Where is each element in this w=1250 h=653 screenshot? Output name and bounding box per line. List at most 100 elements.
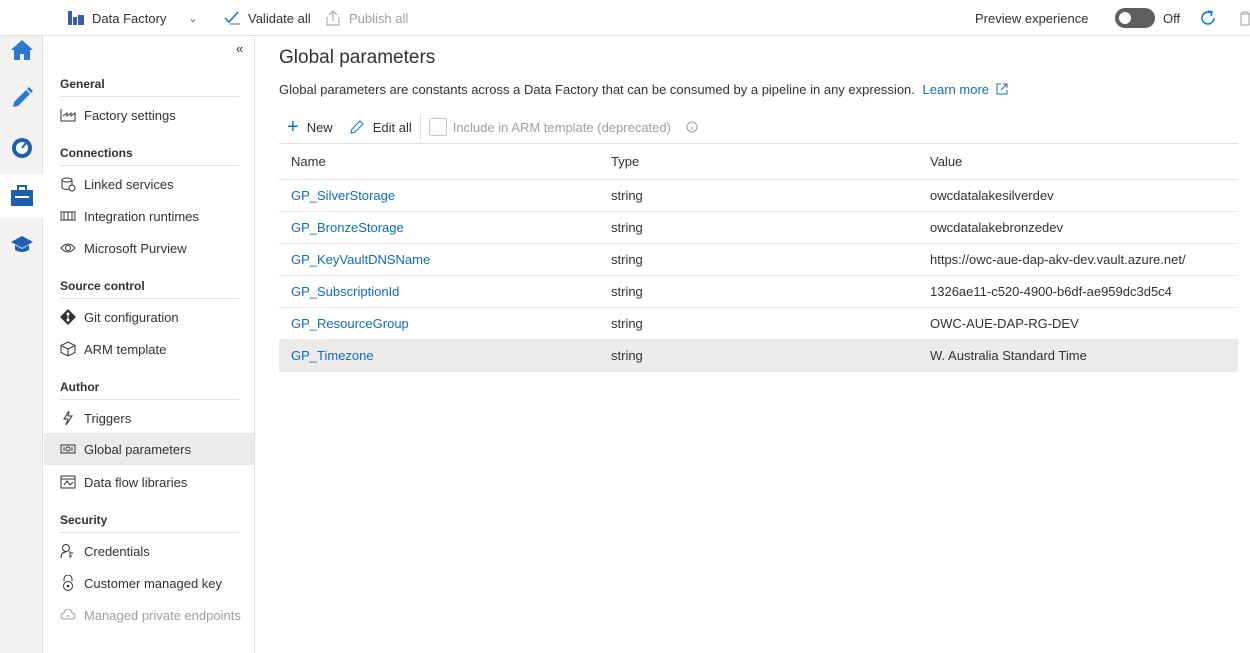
- author-pencil-icon[interactable]: [0, 76, 43, 120]
- section-connections: Connections: [60, 146, 239, 166]
- publish-all-label: Publish all: [349, 10, 409, 26]
- nav-label: Global parameters: [84, 441, 191, 457]
- section-security: Security: [60, 513, 239, 533]
- table-row-selected[interactable]: GP_Timezone string W. Australia Standard…: [279, 339, 1238, 372]
- nav-triggers[interactable]: Triggers: [44, 402, 254, 434]
- param-name[interactable]: GP_SubscriptionId: [279, 275, 599, 308]
- param-type: string: [599, 211, 918, 244]
- param-value: 1326ae11-c520-4900-b6df-ae959dc3d5c4: [918, 275, 1238, 308]
- discard-icon[interactable]: [1238, 0, 1250, 36]
- manage-nav: « General Factory settings Connections L…: [44, 37, 255, 653]
- git-icon: [60, 309, 76, 325]
- preview-state: Off: [1163, 10, 1181, 26]
- edit-all-button[interactable]: Edit all: [343, 119, 412, 135]
- table-header-row: Name Type Value: [279, 143, 1238, 180]
- data-flow-libraries-icon: [60, 474, 76, 490]
- refresh-icon[interactable]: [1199, 0, 1217, 36]
- table-row[interactable]: GP_ResourceGroup string OWC-AUE-DAP-RG-D…: [279, 307, 1238, 340]
- param-type: string: [599, 243, 918, 276]
- nav-global-parameters[interactable]: Global parameters: [44, 433, 254, 465]
- info-icon[interactable]: [686, 121, 698, 133]
- param-name[interactable]: GP_Timezone: [279, 339, 599, 372]
- nav-label: Microsoft Purview: [84, 240, 187, 256]
- credentials-icon: [60, 543, 76, 559]
- page-description: Global parameters are constants across a…: [279, 82, 1008, 97]
- top-toolbar: Data Factory ⌄ Validate all Publish all …: [0, 0, 1250, 36]
- monitor-icon[interactable]: [0, 126, 43, 170]
- table-row[interactable]: GP_SilverStorage string owcdatalakesilve…: [279, 179, 1238, 212]
- plus-icon: +: [287, 116, 299, 138]
- nav-integration-runtimes[interactable]: Integration runtimes: [44, 200, 254, 232]
- nav-customer-managed-key[interactable]: Customer managed key: [44, 567, 254, 599]
- purview-eye-icon: [60, 240, 76, 256]
- nav-label: Customer managed key: [84, 575, 223, 591]
- collapse-nav-icon[interactable]: «: [236, 41, 243, 56]
- column-header-type[interactable]: Type: [599, 143, 918, 180]
- param-type: string: [599, 275, 918, 308]
- new-button[interactable]: + New: [279, 117, 333, 137]
- edit-pencil-icon: [350, 120, 364, 134]
- chevron-down-icon: ⌄: [188, 12, 198, 25]
- validate-all-label: Validate all: [248, 10, 311, 26]
- nav-managed-private-endpoints[interactable]: Managed private endpoints: [44, 599, 254, 631]
- nav-microsoft-purview[interactable]: Microsoft Purview: [44, 232, 254, 264]
- external-link-icon: [996, 83, 1008, 95]
- nav-git-configuration[interactable]: Git configuration: [44, 301, 254, 333]
- learning-hat-icon[interactable]: [0, 222, 43, 266]
- publish-all-button[interactable]: Publish all: [324, 0, 408, 36]
- nav-label: Git configuration: [84, 309, 179, 325]
- integration-runtimes-icon: [60, 208, 76, 224]
- publish-icon: [326, 10, 340, 26]
- param-name[interactable]: GP_SilverStorage: [279, 179, 599, 212]
- learn-more-link[interactable]: Learn more: [923, 82, 1008, 97]
- param-value: owcdatalakebronzedev: [918, 211, 1238, 244]
- nav-label: ARM template: [84, 341, 167, 357]
- param-value: W. Australia Standard Time: [918, 339, 1238, 372]
- manage-toolbox-icon[interactable]: [0, 174, 43, 218]
- checkbox[interactable]: [428, 118, 447, 136]
- description-text: Global parameters are constants across a…: [279, 82, 915, 97]
- arm-template-checkbox[interactable]: Include in ARM template (deprecated): [428, 118, 698, 136]
- nav-arm-template[interactable]: ARM template: [44, 333, 254, 365]
- nav-data-flow-libraries[interactable]: Data flow libraries: [44, 466, 254, 498]
- param-name[interactable]: GP_BronzeStorage: [279, 211, 599, 244]
- factory-name: Data Factory: [92, 10, 167, 26]
- factory-selector[interactable]: Data Factory ⌄: [68, 0, 198, 36]
- arm-template-cube-icon: [60, 341, 76, 357]
- column-header-value[interactable]: Value: [918, 143, 1238, 180]
- param-type: string: [599, 179, 918, 212]
- validate-icon: [224, 11, 240, 25]
- table-row[interactable]: GP_KeyVaultDNSName string https://owc-au…: [279, 243, 1238, 276]
- param-name[interactable]: GP_KeyVaultDNSName: [279, 243, 599, 276]
- param-type: string: [599, 307, 918, 340]
- new-label: New: [306, 119, 333, 135]
- validate-all-button[interactable]: Validate all: [224, 0, 311, 36]
- table-row[interactable]: GP_SubscriptionId string 1326ae11-c520-4…: [279, 275, 1238, 308]
- global-parameters-icon: [60, 441, 76, 457]
- param-value: https://owc-aue-dap-akv-dev.vault.azure.…: [918, 243, 1238, 276]
- preview-toggle[interactable]: Off: [1115, 0, 1180, 36]
- data-factory-icon: [68, 11, 84, 25]
- nav-factory-settings[interactable]: Factory settings: [44, 99, 254, 131]
- nav-credentials[interactable]: Credentials: [44, 535, 254, 567]
- table-row[interactable]: GP_BronzeStorage string owcdatalakebronz…: [279, 211, 1238, 244]
- command-bar: + New Edit all Include in ARM template (…: [279, 113, 708, 141]
- toggle-switch[interactable]: [1115, 8, 1155, 28]
- edit-all-label: Edit all: [372, 119, 412, 135]
- global-parameters-table: Name Type Value GP_SilverStorage string …: [279, 143, 1238, 372]
- nav-label: Credentials: [84, 543, 150, 559]
- column-header-name[interactable]: Name: [279, 143, 599, 180]
- nav-label: Integration runtimes: [84, 208, 199, 224]
- cloud-endpoint-icon: [60, 607, 76, 623]
- param-name[interactable]: GP_ResourceGroup: [279, 307, 599, 340]
- param-value: owcdatalakesilverdev: [918, 179, 1238, 212]
- toolbar-divider: [419, 114, 421, 140]
- nav-label: Managed private endpoints: [84, 607, 241, 623]
- nav-linked-services[interactable]: Linked services: [44, 168, 254, 200]
- preview-experience-label: Preview experience: [975, 10, 1089, 26]
- page-title: Global parameters: [279, 47, 436, 68]
- nav-label: Data flow libraries: [84, 474, 188, 490]
- key-lock-icon: [60, 575, 76, 591]
- section-general: General: [60, 77, 239, 97]
- nav-label: Factory settings: [84, 107, 176, 123]
